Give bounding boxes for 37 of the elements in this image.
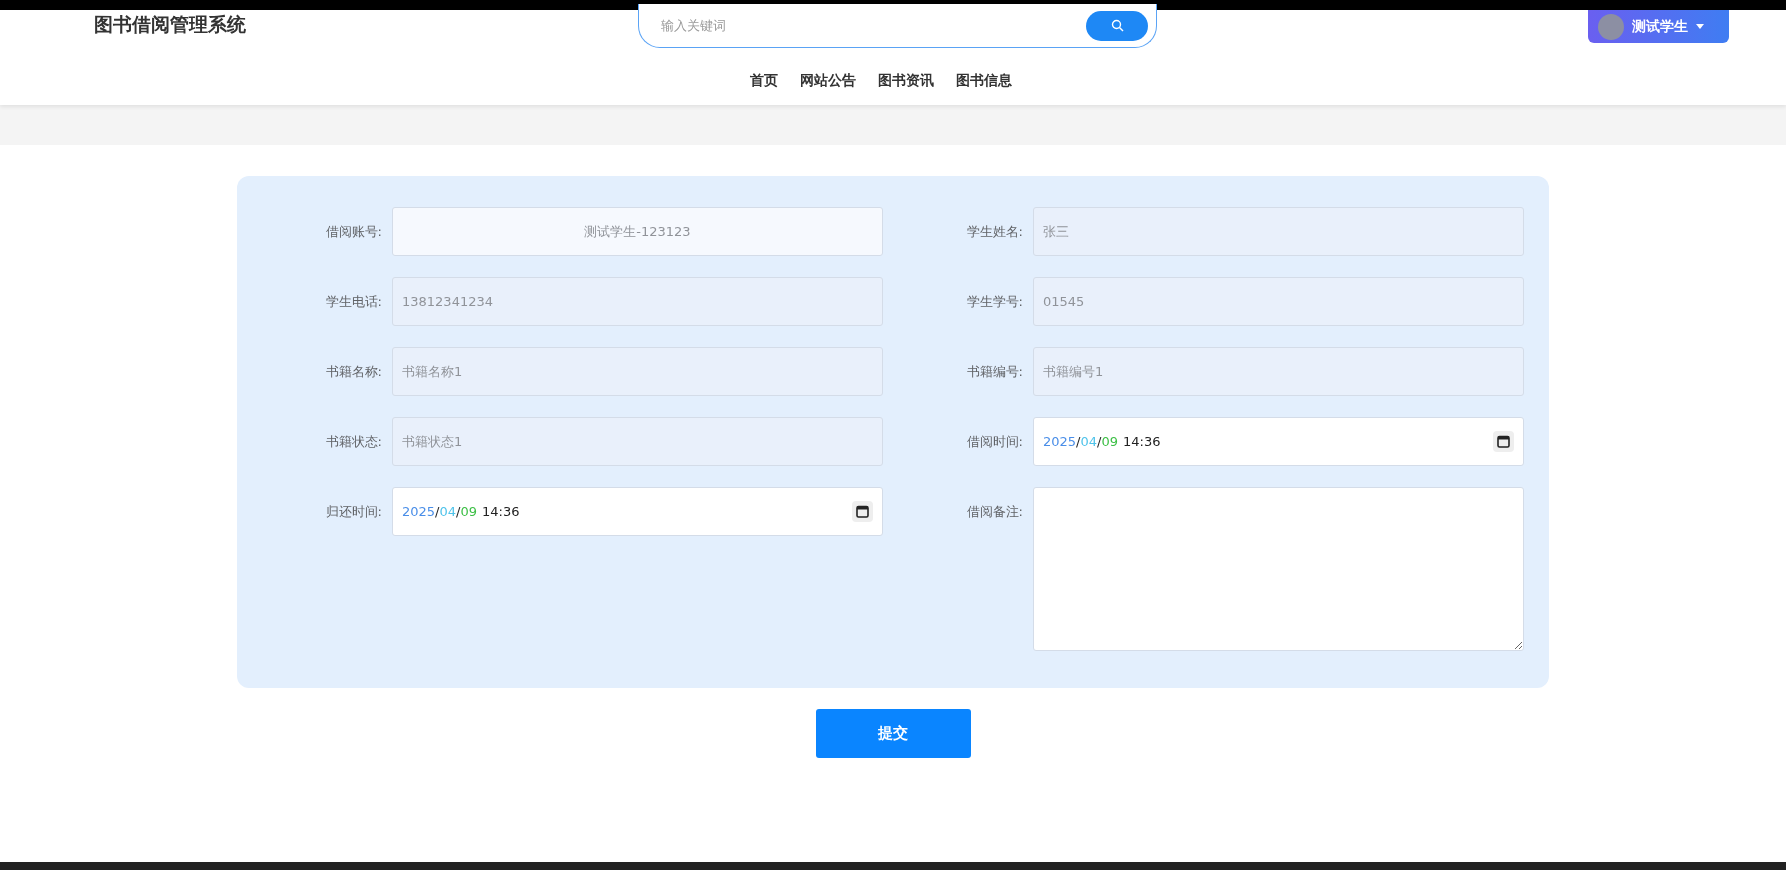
field-label: 归还时间: — [324, 503, 382, 521]
search-field[interactable]: 输入关键词 — [659, 17, 1086, 34]
caret-icon — [1696, 24, 1704, 29]
field-label: 学生电话: — [324, 293, 382, 311]
field-label: 书籍名称: — [324, 363, 382, 381]
field-label: 借阅账号: — [324, 223, 382, 241]
user-menu-button[interactable]: 测试学生 — [1588, 10, 1729, 43]
input-field[interactable]: 书籍名称1 — [392, 347, 883, 396]
input-field[interactable]: 书籍状态1 — [392, 417, 883, 466]
field-label: 借阅时间: — [965, 433, 1023, 451]
datetime-field[interactable]: 2025/04/09 14:36 — [1033, 417, 1524, 466]
input-field[interactable]: 书籍编号1 — [1033, 347, 1524, 396]
nav-link[interactable]: 网站公告 — [799, 71, 856, 90]
account-field[interactable]: 测试学生-123123 — [392, 207, 883, 256]
field-label: 书籍编号: — [965, 363, 1023, 381]
field-label: 学生姓名: — [965, 223, 1023, 241]
date-value: 2025/04/09 14:36 — [1043, 434, 1161, 449]
calendar-icon[interactable] — [1493, 431, 1514, 452]
input-field[interactable]: 01545 — [1033, 277, 1524, 326]
search-button[interactable] — [1086, 10, 1148, 41]
site-title: 图书借阅管理系统 — [94, 12, 246, 37]
nav-link[interactable]: 图书信息 — [955, 71, 1012, 90]
field-label: 书籍状态: — [324, 433, 382, 451]
input-field[interactable]: 张三 — [1033, 207, 1524, 256]
input-field[interactable]: 13812341234 — [392, 277, 883, 326]
datetime-field[interactable]: 2025/04/09 14:36 — [392, 487, 883, 536]
search-box[interactable]: 输入关键词 — [638, 4, 1157, 48]
remarks-field[interactable] — [1033, 487, 1524, 651]
calendar-icon[interactable] — [852, 501, 873, 522]
search-icon — [1110, 19, 1124, 32]
date-value: 2025/04/09 14:36 — [402, 504, 520, 519]
submit-button[interactable]: 提交 — [815, 709, 971, 758]
field-label: 借阅备注: — [965, 503, 1023, 521]
avatar-icon — [1598, 13, 1624, 40]
nav-link[interactable]: 图书资讯 — [877, 71, 934, 90]
nav-link[interactable]: 首页 — [749, 71, 778, 90]
field-label: 学生学号: — [965, 293, 1023, 311]
